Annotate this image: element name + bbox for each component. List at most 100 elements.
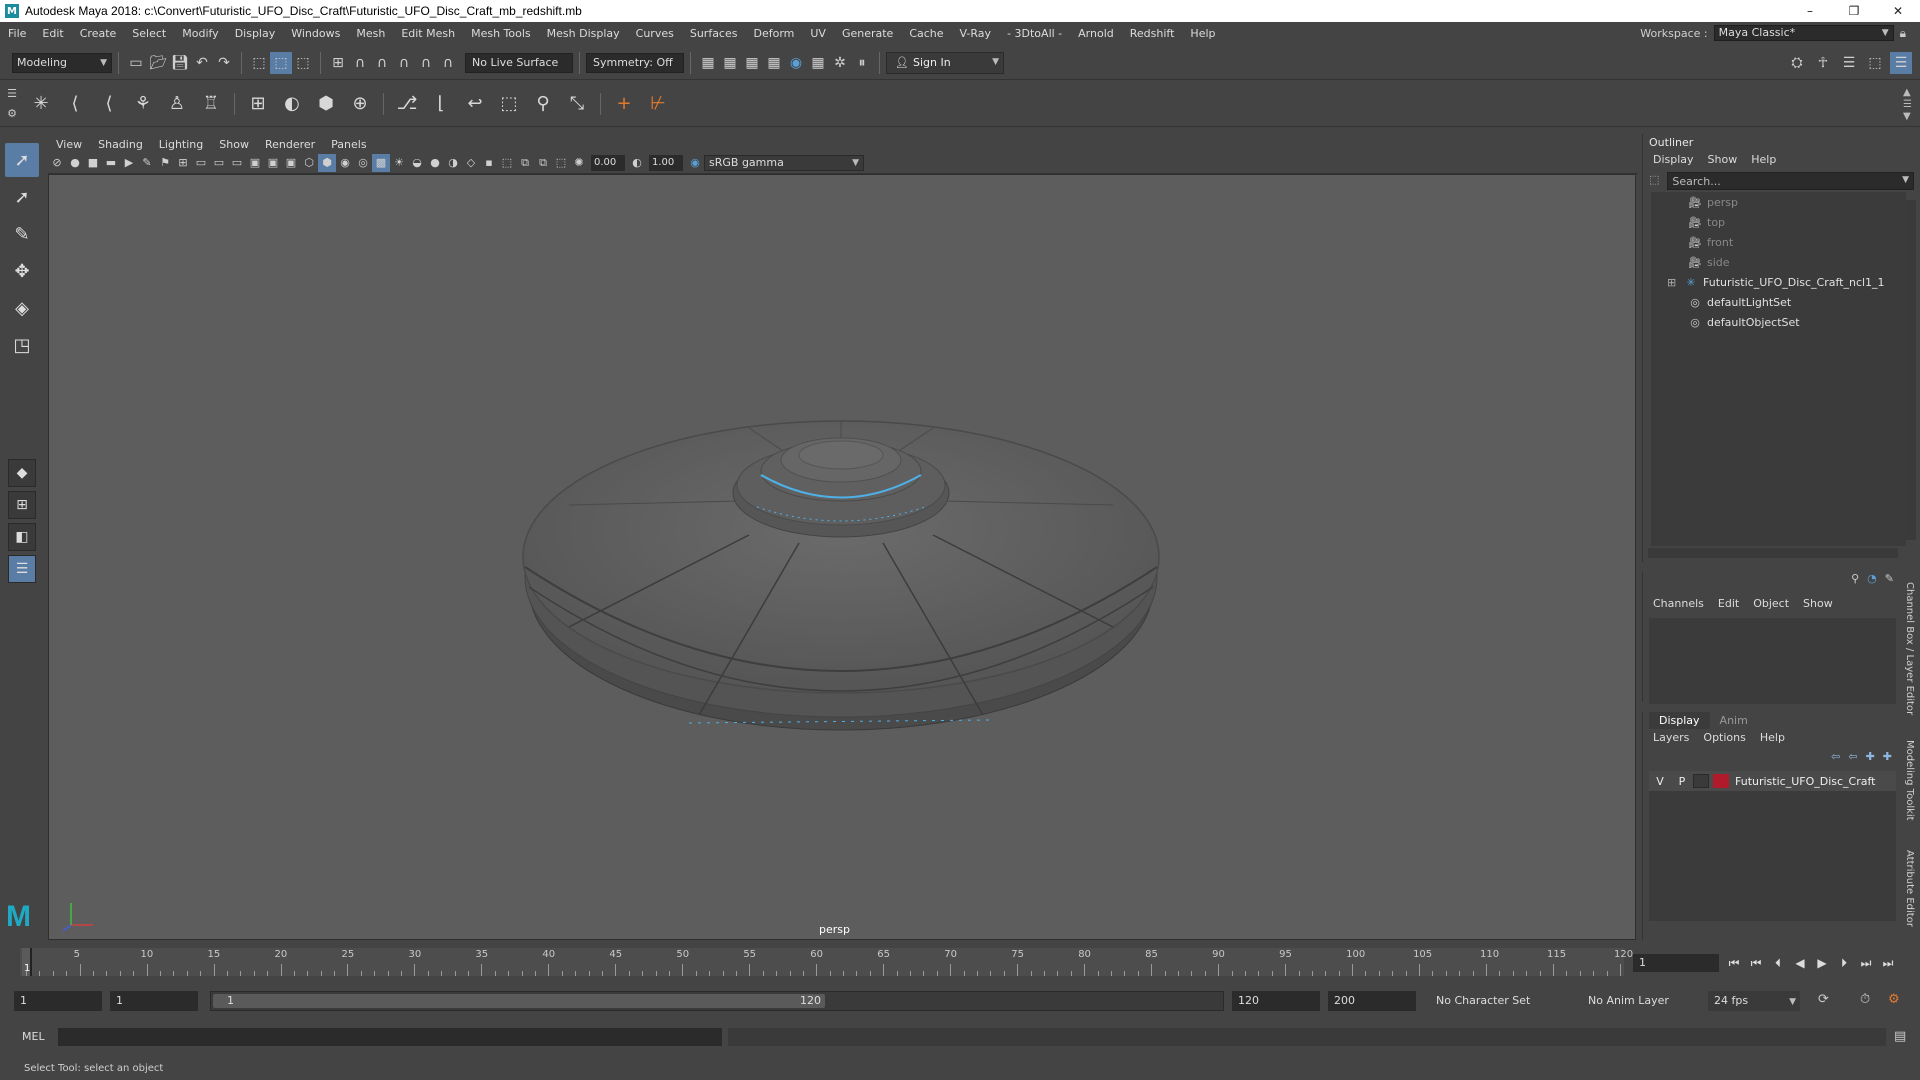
workspace-dropdown[interactable]: Maya Classic* ▼ <box>1713 25 1894 41</box>
outliner-layout-icon[interactable]: ☰ <box>8 555 36 583</box>
shadows-icon[interactable]: ◒ <box>408 154 426 172</box>
layer-menu-layers[interactable]: Layers <box>1653 731 1689 744</box>
viewport-menu-lighting[interactable]: Lighting <box>151 138 211 151</box>
use-all-lights-icon[interactable]: ☀︎ <box>390 154 408 172</box>
time-ruler[interactable]: 1 5 10 15 20 25 30 35 40 45 50 55 60 65 70 75 80 85 90 95 1… <box>20 948 1633 976</box>
smooth-shade-icon[interactable]: ⬢ <box>318 153 336 172</box>
scene-end-field[interactable]: 200 <box>1328 991 1416 1011</box>
menu-3dtoall[interactable]: - 3DtoAll - <box>999 27 1070 40</box>
select-object-icon[interactable]: ⬚ <box>270 51 292 74</box>
lock-icon[interactable]: 🔒︎ <box>1900 26 1906 41</box>
pivot-icon[interactable]: ⊬ <box>641 87 675 121</box>
select-hierarchy-icon[interactable]: ⬚ <box>248 52 270 74</box>
menuset-dropdown[interactable]: Modeling ▼ <box>12 52 112 73</box>
wireframe-icon[interactable]: ⬡ <box>300 154 318 172</box>
grease-pencil-icon[interactable]: ✎ <box>138 154 156 172</box>
playback-end-field[interactable]: 120 <box>1232 991 1320 1011</box>
menu-edit[interactable]: Edit <box>34 27 71 40</box>
character-icon[interactable]: ♙ <box>160 87 194 121</box>
create-joint-icon[interactable]: ✳ <box>24 87 58 121</box>
go-to-start-icon[interactable]: ⏮︎ <box>1726 954 1742 972</box>
anim-prefs-icon[interactable]: ⚙︎ <box>1888 992 1900 1007</box>
ufo-model[interactable] <box>49 175 1636 940</box>
layer-name[interactable]: Futuristic_UFO_Disc_Craft <box>1735 775 1876 788</box>
layer-visibility-toggle[interactable]: V <box>1649 775 1671 788</box>
paint-select-icon[interactable]: ✎ <box>5 217 39 251</box>
symmetry-dropdown[interactable]: Symmetry: Off <box>586 52 684 73</box>
channel-menu-edit[interactable]: Edit <box>1718 597 1739 610</box>
modeling-toolkit-icon[interactable]: ⛭ <box>1786 52 1808 74</box>
single-view-icon[interactable]: ◆ <box>8 459 36 487</box>
lasso-tool-icon[interactable]: ➚ <box>5 180 39 214</box>
menu-vray[interactable]: V-Ray <box>952 27 1000 40</box>
menu-redshift[interactable]: Redshift <box>1122 27 1183 40</box>
ipr-render-icon[interactable]: ▦ <box>741 52 763 74</box>
smooth-bind-icon[interactable]: ⚘ <box>126 87 160 121</box>
shelf-menu-icon[interactable]: ☰ <box>7 87 17 100</box>
textured-icon[interactable]: ▩ <box>372 153 390 172</box>
outliner-item-top[interactable]: 🎥︎ top <box>1651 212 1906 232</box>
gamma-field[interactable]: 1.00 <box>649 154 683 171</box>
tab-display[interactable]: Display <box>1649 712 1710 729</box>
outliner-menu-display[interactable]: Display <box>1653 153 1694 166</box>
move-layer-up-icon[interactable]: ⇦ <box>1831 750 1840 763</box>
outliner-item-persp[interactable]: 🎥︎ persp <box>1651 192 1906 212</box>
viewport-persp[interactable]: persp <box>48 174 1636 940</box>
select-component-icon[interactable]: ⬚ <box>292 52 314 74</box>
motion-blur-icon[interactable]: ◑ <box>444 154 462 172</box>
snap-live-icon[interactable]: ∩ <box>437 52 459 74</box>
layer-display-type-toggle[interactable] <box>1693 774 1709 788</box>
four-view-icon[interactable]: ⊞ <box>8 491 36 519</box>
outliner-item-side[interactable]: 🎥︎ side <box>1651 252 1906 272</box>
outliner-filter-icon[interactable]: ⬚ <box>1649 173 1659 186</box>
auto-key-icon[interactable]: ⏱︎ <box>1860 992 1870 1007</box>
depth-of-field-icon[interactable]: ▪ <box>480 154 498 172</box>
hypershade-icon[interactable]: ◉ <box>785 52 807 74</box>
move-tool-icon[interactable]: ✥ <box>5 254 39 288</box>
script-editor-icon[interactable]: ▤ <box>1894 1029 1906 1044</box>
menu-windows[interactable]: Windows <box>283 27 348 40</box>
bookmark-icon[interactable]: ■ <box>84 154 102 172</box>
menu-create[interactable]: Create <box>72 27 125 40</box>
wrap-deformer-icon[interactable]: ⬢ <box>309 87 343 121</box>
grid-toggle-icon[interactable]: ⊞ <box>174 154 192 172</box>
outliner-menu-show[interactable]: Show <box>1708 153 1738 166</box>
tab-anim[interactable]: Anim <box>1710 712 1758 729</box>
channel-box-refresh-icon[interactable]: ◔ <box>1867 572 1877 585</box>
character-set-dropdown[interactable]: No Character Set <box>1430 991 1570 1011</box>
layer-row[interactable]: V P Futuristic_UFO_Disc_Craft <box>1649 771 1896 791</box>
loop-icon[interactable]: ⟳ <box>1818 992 1829 1007</box>
wave-deformer-icon[interactable]: ⤡ <box>560 87 594 121</box>
outliner-horizontal-scrollbar[interactable] <box>1648 548 1898 558</box>
squash-deformer-icon[interactable]: ⬚ <box>492 87 526 121</box>
lattice-icon[interactable]: ⊞ <box>241 87 275 121</box>
snap-grid-icon[interactable]: ⊞ <box>327 52 349 74</box>
current-frame-marker[interactable]: 1 <box>22 948 32 976</box>
move-layer-down-icon[interactable]: ⇦ <box>1848 750 1857 763</box>
open-scene-icon[interactable]: 📂︎ <box>147 52 169 74</box>
playback-start-field[interactable]: 1 <box>110 991 198 1011</box>
menu-arnold[interactable]: Arnold <box>1070 27 1122 40</box>
channel-menu-object[interactable]: Object <box>1753 597 1789 610</box>
redo-icon[interactable]: ↷ <box>213 52 235 74</box>
step-forward-frame-icon[interactable]: ⏵︎ <box>1836 954 1852 972</box>
mel-label[interactable]: MEL <box>22 1030 45 1043</box>
flare-deformer-icon[interactable]: ↩ <box>458 87 492 121</box>
layer-color-swatch[interactable] <box>1713 774 1729 788</box>
camera-2d-pan-icon[interactable]: ▶ <box>120 154 138 172</box>
new-layer-selected-icon[interactable]: ✚ <box>1883 750 1892 763</box>
menu-generate[interactable]: Generate <box>834 27 901 40</box>
two-view-icon[interactable]: ◧ <box>8 523 36 551</box>
tool-settings-icon[interactable]: ⬚ <box>1864 52 1886 74</box>
new-layer-icon[interactable]: ✚ <box>1866 750 1875 763</box>
current-frame-field[interactable]: 1 <box>1633 954 1719 972</box>
blend-shape-icon[interactable]: ◐ <box>275 87 309 121</box>
twist-deformer-icon[interactable]: ⚲ <box>526 87 560 121</box>
image-plane-icon[interactable]: ▬ <box>102 154 120 172</box>
channel-box-edit-icon[interactable]: ✎ <box>1885 572 1894 585</box>
modeling-toolkit-tab[interactable]: Modeling Toolkit <box>1904 740 1915 821</box>
channel-menu-channels[interactable]: Channels <box>1653 597 1704 610</box>
screen-space-ao-icon[interactable]: ● <box>426 154 444 172</box>
channel-box-pin-icon[interactable]: ⚲ <box>1851 572 1859 585</box>
range-handle[interactable]: 1 120 <box>213 994 825 1008</box>
